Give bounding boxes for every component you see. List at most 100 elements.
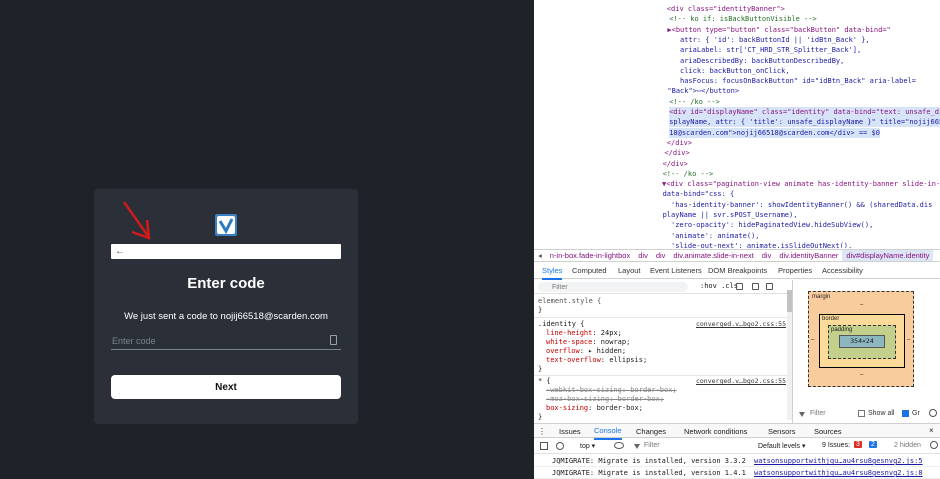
- eye-icon[interactable]: [614, 442, 624, 449]
- context-select[interactable]: top ▾: [580, 442, 595, 450]
- styles-filter-input[interactable]: [538, 282, 688, 292]
- crumb-scroll-left-icon[interactable]: ◂: [534, 250, 546, 261]
- drawer-menu-icon[interactable]: ⋮: [538, 427, 546, 436]
- breadcrumb-item[interactable]: div.identityBanner: [775, 250, 842, 261]
- dom-node-line[interactable]: click: backButton_onClick,: [680, 66, 790, 76]
- dom-node-line[interactable]: </div>: [663, 159, 688, 169]
- console-source-link[interactable]: watsonsupportwithjqu…au4rsu8gesnvg2.js:5: [754, 455, 923, 467]
- console-source-link[interactable]: watsonsupportwithjqu…au4rsu8gesnvg2.js:8: [754, 467, 923, 479]
- star-source-link[interactable]: converged.v…bgo2.css:55: [696, 377, 786, 385]
- margin-label: margin: [812, 294, 831, 300]
- drawer-tab-sources[interactable]: Sources: [814, 427, 842, 436]
- dom-node-line[interactable]: </div>: [667, 138, 692, 148]
- hidden-count: 2 hidden: [894, 442, 921, 449]
- console-filter-input[interactable]: Filter: [644, 442, 660, 449]
- group-checkbox[interactable]: [902, 410, 909, 417]
- elements-tree[interactable]: <div class="identityBanner"> <!-- ko if: …: [534, 0, 940, 248]
- dom-node-line[interactable]: data-bind="css: {: [663, 189, 735, 199]
- drawer-tab-changes[interactable]: Changes: [636, 427, 666, 436]
- info-issue-badge[interactable]: 2: [869, 441, 877, 448]
- dom-node-line[interactable]: 'slide-out-next': animate.isSlideOutNext…: [671, 241, 852, 248]
- dom-node-line[interactable]: 'zero-opacity': hidePaginatedView.hideSu…: [671, 220, 873, 230]
- css-property[interactable]: box-sizing: border-box;: [546, 404, 643, 413]
- css-property[interactable]: line-height: 24px;: [546, 329, 622, 338]
- dom-node-line[interactable]: ariaDescribedBy: backButtonDescribedBy,: [680, 56, 844, 66]
- sidebar-icon[interactable]: [540, 442, 548, 450]
- dom-node-line[interactable]: hasFocus: focusOnBackButton" id="idBtn_B…: [680, 76, 916, 86]
- box-model: margin – – – – border padding 354×24: [808, 291, 914, 387]
- drawer-tab-console[interactable]: Console: [594, 424, 622, 440]
- clear-console-icon[interactable]: [556, 442, 564, 450]
- drawer-tab-network-conditions[interactable]: Network conditions: [684, 427, 747, 436]
- dom-node-line[interactable]: <div class="identityBanner">: [667, 4, 785, 14]
- dom-node-line[interactable]: <div id="displayName" class="identity" d…: [669, 107, 940, 117]
- element-style-selector: element.style {: [538, 297, 602, 305]
- dom-node-line[interactable]: attr: { 'id': backButtonId || 'idBtn_Bac…: [680, 35, 870, 45]
- show-all-checkbox[interactable]: [858, 410, 865, 417]
- console-settings-icon[interactable]: [930, 441, 938, 449]
- sidebar-toggle-icon[interactable]: [766, 283, 773, 290]
- tab-styles[interactable]: Styles: [542, 263, 563, 280]
- tab-event-listeners[interactable]: Event Listeners: [650, 263, 702, 278]
- content-size: 354×24: [839, 335, 885, 348]
- next-button[interactable]: Next: [111, 375, 341, 399]
- code-input[interactable]: [111, 332, 341, 350]
- signin-page: ← Enter code We just sent a code to noji…: [0, 0, 534, 479]
- computed-toggle-icon[interactable]: [752, 283, 759, 290]
- tab-accessibility[interactable]: Accessibility: [822, 263, 863, 278]
- check-shield-icon: [215, 214, 237, 236]
- computed-filter-input[interactable]: Filter: [810, 410, 826, 417]
- back-arrow-icon[interactable]: ←: [115, 244, 125, 259]
- dom-node-line[interactable]: splayName, attr: { 'title': unsafe_displ…: [669, 117, 940, 128]
- css-property[interactable]: -webkit-box-sizing: border-box;: [546, 386, 677, 395]
- dom-node-line[interactable]: ▼<div class="pagination-view animate has…: [662, 179, 940, 189]
- drawer-tab-sensors[interactable]: Sensors: [768, 427, 796, 436]
- dom-node-line[interactable]: <!-- /ko -->: [669, 97, 720, 107]
- dom-node-line[interactable]: </div>: [664, 148, 689, 158]
- styles-tabbar: Styles Computed Layout Event Listeners DOM B…: [534, 263, 940, 280]
- breadcrumb-item[interactable]: div#displayName.identity: [842, 250, 934, 261]
- css-property[interactable]: white-space: nowrap;: [546, 338, 630, 347]
- breadcrumb: ◂ n-in-box.fade-in-lightbox div div div.anim…: [534, 249, 940, 262]
- breadcrumb-item[interactable]: n-in-box.fade-in-lightbox: [546, 250, 634, 261]
- tab-dom-breakpoints[interactable]: DOM Breakpoints: [708, 263, 767, 278]
- hov-cls-toggle[interactable]: :hov .cls: [700, 282, 738, 290]
- rule-close: }: [538, 413, 543, 421]
- code-sent-message: We just sent a code to nojij66518@scarde…: [124, 311, 328, 322]
- page-title: Enter code: [187, 275, 265, 292]
- dom-node-line[interactable]: 'animate': animate(),: [671, 231, 760, 241]
- issues-count[interactable]: 9 Issues:: [822, 442, 850, 449]
- breadcrumb-item[interactable]: div.animate.slide-in-next: [669, 250, 757, 261]
- drawer-tab-issues[interactable]: Issues: [559, 427, 581, 436]
- padding-label: padding: [831, 327, 853, 333]
- dom-node-line[interactable]: "Back">⋯</button>: [667, 86, 739, 96]
- close-drawer-icon[interactable]: ×: [929, 426, 934, 435]
- group-label: Gr: [912, 410, 920, 417]
- identity-banner[interactable]: ←: [111, 244, 341, 259]
- dom-node-line[interactable]: <!-- /ko -->: [663, 169, 714, 179]
- error-issue-badge[interactable]: 3: [854, 441, 862, 448]
- breadcrumb-item[interactable]: div: [634, 250, 652, 261]
- dom-node-line[interactable]: ariaLabel: str['CT_HRD_STR_Splitter_Back…: [680, 45, 861, 55]
- log-levels-select[interactable]: Default levels ▾: [758, 442, 805, 450]
- tab-properties[interactable]: Properties: [778, 263, 812, 278]
- css-property[interactable]: -moz-box-sizing: border-box;: [546, 395, 664, 404]
- breadcrumb-item[interactable]: div: [652, 250, 670, 261]
- dom-node-line[interactable]: 'has-identity-banner': showIdentityBanne…: [671, 200, 932, 210]
- star-selector: * {: [538, 377, 551, 385]
- css-property[interactable]: overflow: ▸ hidden;: [546, 347, 626, 356]
- tab-layout[interactable]: Layout: [618, 263, 641, 278]
- dom-node-line[interactable]: ▶<button type="button" class="backButton…: [667, 25, 890, 35]
- add-rule-icon[interactable]: [736, 283, 743, 290]
- css-property[interactable]: text-overflow: ellipsis;: [546, 356, 647, 365]
- filter-icon: [634, 444, 640, 449]
- dom-node-line[interactable]: 18@scarden.com">nojij66518@scarden.com</…: [669, 127, 880, 138]
- show-all-label: Show all: [868, 410, 895, 417]
- tab-computed[interactable]: Computed: [572, 263, 607, 278]
- dom-node-line[interactable]: <!-- ko if: isBackButtonVisible -->: [669, 14, 817, 24]
- breadcrumb-item[interactable]: div: [758, 250, 776, 261]
- identity-source-link[interactable]: converged.v…bgo2.css:55: [696, 320, 786, 328]
- settings-gear-icon[interactable]: [929, 409, 937, 417]
- dom-node-line[interactable]: playName || svr.sPOST_Username),: [663, 210, 798, 220]
- styles-pane: :hov .cls element.style { } .identity { …: [534, 280, 792, 421]
